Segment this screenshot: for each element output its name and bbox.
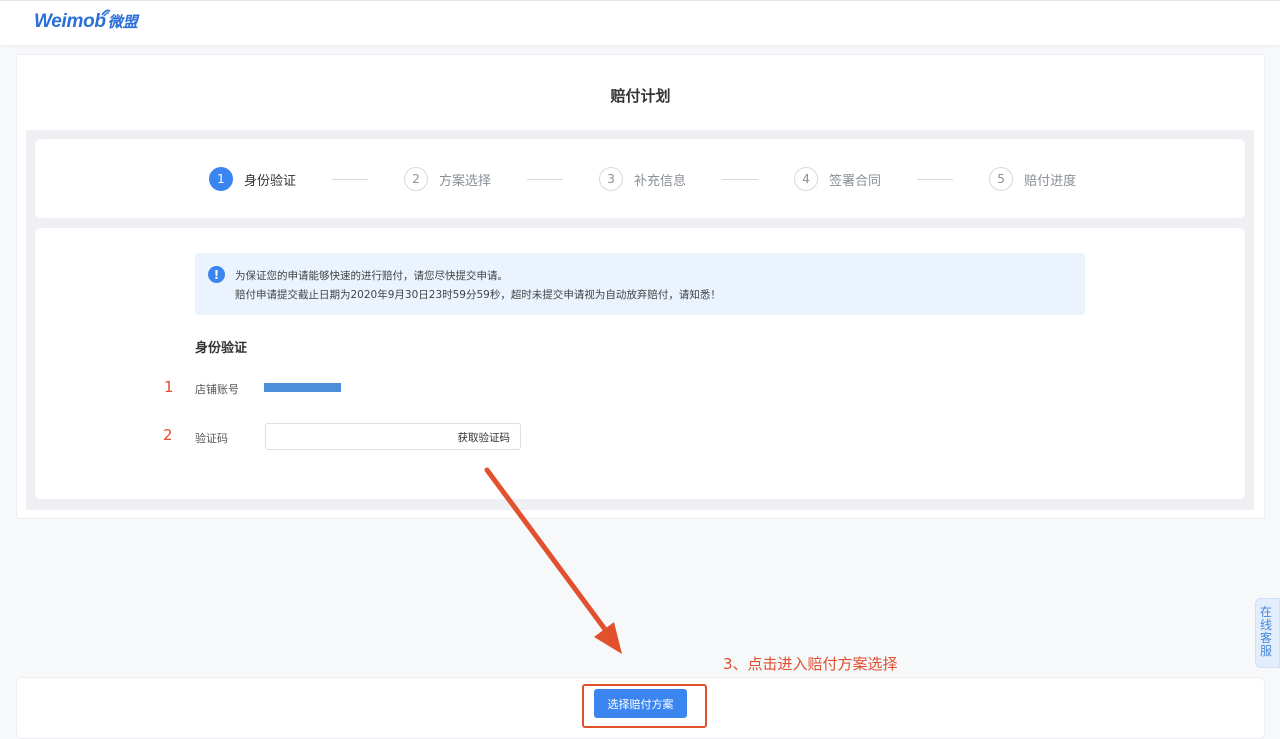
logo-text-cn: 微盟 (107, 13, 138, 31)
step-label: 赔付进度 (1024, 173, 1077, 189)
info-icon: ! (208, 266, 225, 283)
online-service-label: 在线客服 (1260, 605, 1273, 658)
step-divider (917, 178, 954, 180)
page-title: 赔付计划 (610, 87, 671, 105)
step-progress: 5 赔付进度 (989, 167, 1076, 191)
step-number: 3 (599, 167, 624, 191)
steps-card: 1 身份验证 2 方案选择 3 补充信息 4 签署合同 5 赔付进度 (35, 139, 1245, 218)
online-service-tab[interactable]: 在线客服 (1255, 598, 1280, 668)
logo-text-en: Weimob (34, 11, 106, 32)
step-divider (332, 178, 369, 180)
step-contract: 4 签署合同 (794, 167, 881, 191)
step-label: 方案选择 (439, 173, 492, 189)
annotation-highlight-box (582, 684, 707, 728)
step-info: 3 补充信息 (599, 167, 686, 191)
step-divider (527, 178, 564, 180)
annotation-number-2: 2 (163, 426, 173, 444)
form-card: ! 为保证您的申请能够快速的进行赔付，请您尽快提交申请。 赔付申请提交截止日期为… (35, 228, 1245, 499)
weimob-logo[interactable]: Weimob 微盟 (34, 9, 138, 35)
verify-code-label: 验证码 (195, 432, 228, 445)
notice-deadline-text: 赔付申请提交截止日期为2020年9月30日23时59分59秒，超时未提交申请视为… (235, 289, 721, 301)
top-bar: Weimob 微盟 (0, 0, 1280, 45)
step-plan: 2 方案选择 (404, 167, 491, 191)
notice-text: 为保证您的申请能够快速的进行赔付，请您尽快提交申请。 (235, 270, 508, 282)
notice-banner: ! 为保证您的申请能够快速的进行赔付，请您尽快提交申请。 赔付申请提交截止日期为… (195, 253, 1085, 315)
store-account-value-redacted (264, 383, 341, 392)
step-label: 补充信息 (634, 173, 687, 189)
step-number: 2 (404, 167, 429, 191)
annotation-number-1: 1 (164, 378, 174, 396)
main-card: 赔付计划 1 身份验证 2 方案选择 3 补充信息 4 签署合同 5 赔付进度 … (16, 54, 1265, 519)
verify-code-input[interactable] (272, 427, 446, 448)
step-label: 身份验证 (244, 173, 297, 189)
store-account-label: 店铺账号 (195, 383, 239, 396)
section-title: 身份验证 (195, 341, 248, 356)
step-number: 5 (989, 167, 1014, 191)
step-number: 4 (794, 167, 819, 191)
verify-code-field: 获取验证码 (265, 423, 521, 450)
step-number: 1 (209, 167, 233, 191)
step-label: 签署合同 (829, 173, 882, 189)
content-area: 1 身份验证 2 方案选择 3 补充信息 4 签署合同 5 赔付进度 ! 为保证… (26, 130, 1254, 510)
step-identity: 1 身份验证 (209, 167, 296, 191)
logo-signal-icon (101, 9, 111, 17)
get-code-button[interactable]: 获取验证码 (458, 430, 511, 445)
step-indicator: 1 身份验证 2 方案选择 3 补充信息 4 签署合同 5 赔付进度 (209, 166, 1076, 192)
step-divider (722, 178, 759, 180)
annotation-text: 3、点击进入赔付方案选择 (723, 655, 898, 673)
